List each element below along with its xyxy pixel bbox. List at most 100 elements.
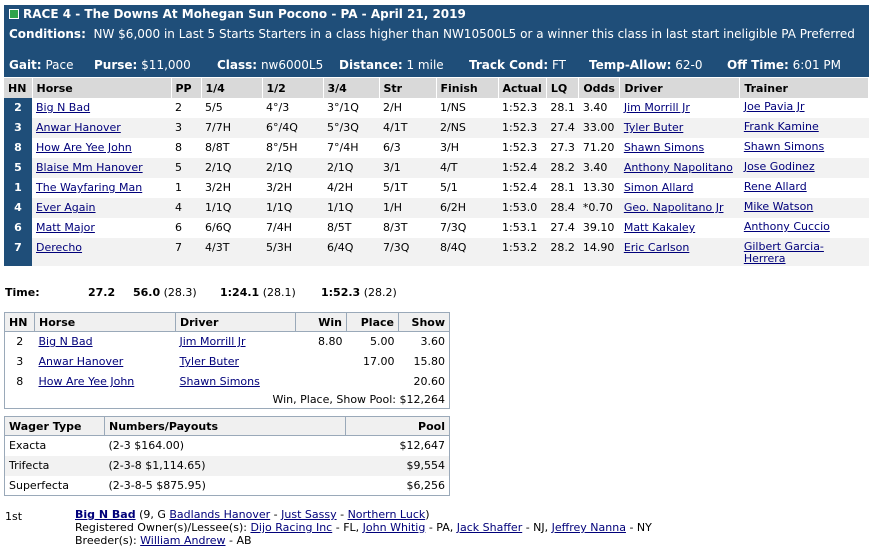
horse-name[interactable]: Big N Bad xyxy=(32,98,171,118)
payout-horse[interactable]: Anwar Hanover xyxy=(35,352,176,372)
horse-number: 8 xyxy=(4,138,32,158)
trainer[interactable]: Gilbert Garcia-Herrera xyxy=(739,238,869,266)
horse-name[interactable]: Blaise Mm Hanover xyxy=(32,158,171,178)
payout-horse-link[interactable]: How Are Yee John xyxy=(39,375,135,388)
wps-pool: Win, Place, Show Pool: $12,264 xyxy=(272,393,445,407)
horse-number: 5 xyxy=(4,158,32,178)
damsire-link[interactable]: Northern Luck xyxy=(348,508,426,521)
payout-driver-link[interactable]: Tyler Buter xyxy=(180,355,239,368)
off-time-value: 6:01 PM xyxy=(792,58,842,72)
horse-name-link[interactable]: Ever Again xyxy=(36,201,96,214)
col-stretch: Str xyxy=(379,78,437,98)
odds: *0.70 xyxy=(578,198,620,218)
owner-link[interactable]: Jack Shaffer xyxy=(457,521,522,534)
dam-link[interactable]: Just Sassy xyxy=(281,508,336,521)
driver-link[interactable]: Tyler Buter xyxy=(624,121,683,134)
trainer-link[interactable]: Joe Pavia Jr xyxy=(744,100,805,113)
col-odds: Odds xyxy=(578,78,621,98)
payout-driver[interactable]: Tyler Buter xyxy=(176,352,296,372)
driver[interactable]: Matt Kakaley xyxy=(620,218,740,238)
breeder-link[interactable]: William Andrew xyxy=(140,534,225,547)
driver-link[interactable]: Matt Kakaley xyxy=(624,221,695,234)
post-position: 6 xyxy=(175,221,182,234)
driver-link[interactable]: Eric Carlson xyxy=(624,241,690,254)
wager-header-row: Wager Type Numbers/Payouts Pool xyxy=(4,416,450,436)
half-position: 6°/4Q xyxy=(262,118,323,138)
horse-name[interactable]: The Wayfaring Man xyxy=(32,178,171,198)
payout-driver-link[interactable]: Jim Morrill Jr xyxy=(180,335,246,348)
driver-link[interactable]: Shawn Simons xyxy=(624,141,704,154)
breeder-label: Breeder(s): xyxy=(75,534,137,547)
owner-link[interactable]: John Whitig xyxy=(363,521,426,534)
pedigree-separator: - xyxy=(340,508,345,521)
driver[interactable]: Geo. Napolitano Jr xyxy=(619,198,740,218)
horse-name[interactable]: Ever Again xyxy=(32,198,171,218)
time-final-split: (28.2) xyxy=(363,286,397,299)
finish-position-cell: 5/1 xyxy=(440,181,458,194)
trainer-link[interactable]: Shawn Simons xyxy=(744,140,824,153)
place-payout: 5.00 xyxy=(370,335,395,349)
breeder-line: Breeder(s): William Andrew - AB xyxy=(75,534,652,547)
sire-link[interactable]: Badlands Hanover xyxy=(169,508,270,521)
horse-name-link[interactable]: Blaise Mm Hanover xyxy=(36,161,143,174)
horse-name-link[interactable]: Big N Bad xyxy=(36,101,90,114)
driver[interactable]: Jim Morrill Jr xyxy=(620,98,740,118)
payout-horse[interactable]: Big N Bad xyxy=(35,332,176,352)
owner-link[interactable]: Jeffrey Nanna xyxy=(552,521,626,534)
trainer-link[interactable]: Anthony Cuccio xyxy=(744,220,830,233)
driver-link[interactable]: Geo. Napolitano Jr xyxy=(624,201,724,214)
three-quarter-position: 7°/4H xyxy=(327,141,359,154)
horse-name-link[interactable]: How Are Yee John xyxy=(36,141,132,154)
driver[interactable]: Tyler Buter xyxy=(619,118,740,138)
horse-name[interactable]: How Are Yee John xyxy=(32,138,171,158)
payout-driver[interactable]: Shawn Simons xyxy=(176,372,296,392)
trainer[interactable]: Anthony Cuccio xyxy=(740,218,869,238)
driver-link[interactable]: Simon Allard xyxy=(624,181,694,194)
trainer-link[interactable]: Mike Watson xyxy=(744,200,813,213)
trainer[interactable]: Mike Watson xyxy=(739,198,869,218)
trainer[interactable]: Shawn Simons xyxy=(740,138,869,158)
winner-horse-link[interactable]: Big N Bad xyxy=(75,508,136,521)
payout-driver[interactable]: Jim Morrill Jr xyxy=(176,332,296,352)
horse-name-link[interactable]: Anwar Hanover xyxy=(36,121,121,134)
payout-horse[interactable]: How Are Yee John xyxy=(35,372,176,392)
payout-horse-link[interactable]: Big N Bad xyxy=(39,335,93,348)
owner-link[interactable]: Dijo Racing Inc xyxy=(250,521,332,534)
horse-name[interactable]: Derecho xyxy=(32,238,171,266)
actual-time: 1:53.0 xyxy=(498,198,547,218)
horse-name-link[interactable]: Derecho xyxy=(36,241,82,254)
driver-link[interactable]: Jim Morrill Jr xyxy=(624,101,690,114)
payout-hn: 8 xyxy=(16,375,24,388)
trainer-link[interactable]: Gilbert Garcia-Herrera xyxy=(744,240,824,265)
driver[interactable]: Eric Carlson xyxy=(619,238,740,266)
payout-driver-link[interactable]: Shawn Simons xyxy=(180,375,260,388)
last-quarter-time: 28.1 xyxy=(550,181,575,194)
owner-location: - NJ, xyxy=(525,521,549,534)
post-position: 5 xyxy=(171,158,201,178)
trainer-link[interactable]: Rene Allard xyxy=(744,180,807,193)
driver[interactable]: Anthony Napolitano xyxy=(619,158,740,178)
wager-col-numbers: Numbers/Payouts xyxy=(104,416,346,436)
horse-name-link[interactable]: The Wayfaring Man xyxy=(36,181,142,194)
trainer[interactable]: Frank Kamine xyxy=(739,118,869,138)
wager-numbers: (2-3-8 $1,114.65) xyxy=(104,455,346,476)
horse-name-link[interactable]: Matt Major xyxy=(36,221,95,234)
driver[interactable]: Simon Allard xyxy=(620,178,740,198)
wager-row: Exacta (2-3 $164.00) $12,647 xyxy=(5,436,450,456)
pay-col-show: Show xyxy=(398,312,450,332)
trainer[interactable]: Rene Allard xyxy=(740,178,869,198)
horse-name[interactable]: Anwar Hanover xyxy=(32,118,171,138)
trainer[interactable]: Joe Pavia Jr xyxy=(740,98,869,118)
horse-name[interactable]: Matt Major xyxy=(32,218,171,238)
three-quarter-position: 6/4Q xyxy=(323,238,379,266)
payout-horse-link[interactable]: Anwar Hanover xyxy=(39,355,124,368)
time-label: Time: xyxy=(5,286,40,299)
driver-link[interactable]: Anthony Napolitano xyxy=(624,161,733,174)
quarter-position: 5/5 xyxy=(205,101,223,114)
trainer-link[interactable]: Jose Godinez xyxy=(744,160,815,173)
last-quarter-time: 28.1 xyxy=(550,101,575,114)
trainer-link[interactable]: Frank Kamine xyxy=(744,120,819,133)
horse-number: 3 xyxy=(4,118,32,138)
driver[interactable]: Shawn Simons xyxy=(620,138,740,158)
trainer[interactable]: Jose Godinez xyxy=(739,158,869,178)
